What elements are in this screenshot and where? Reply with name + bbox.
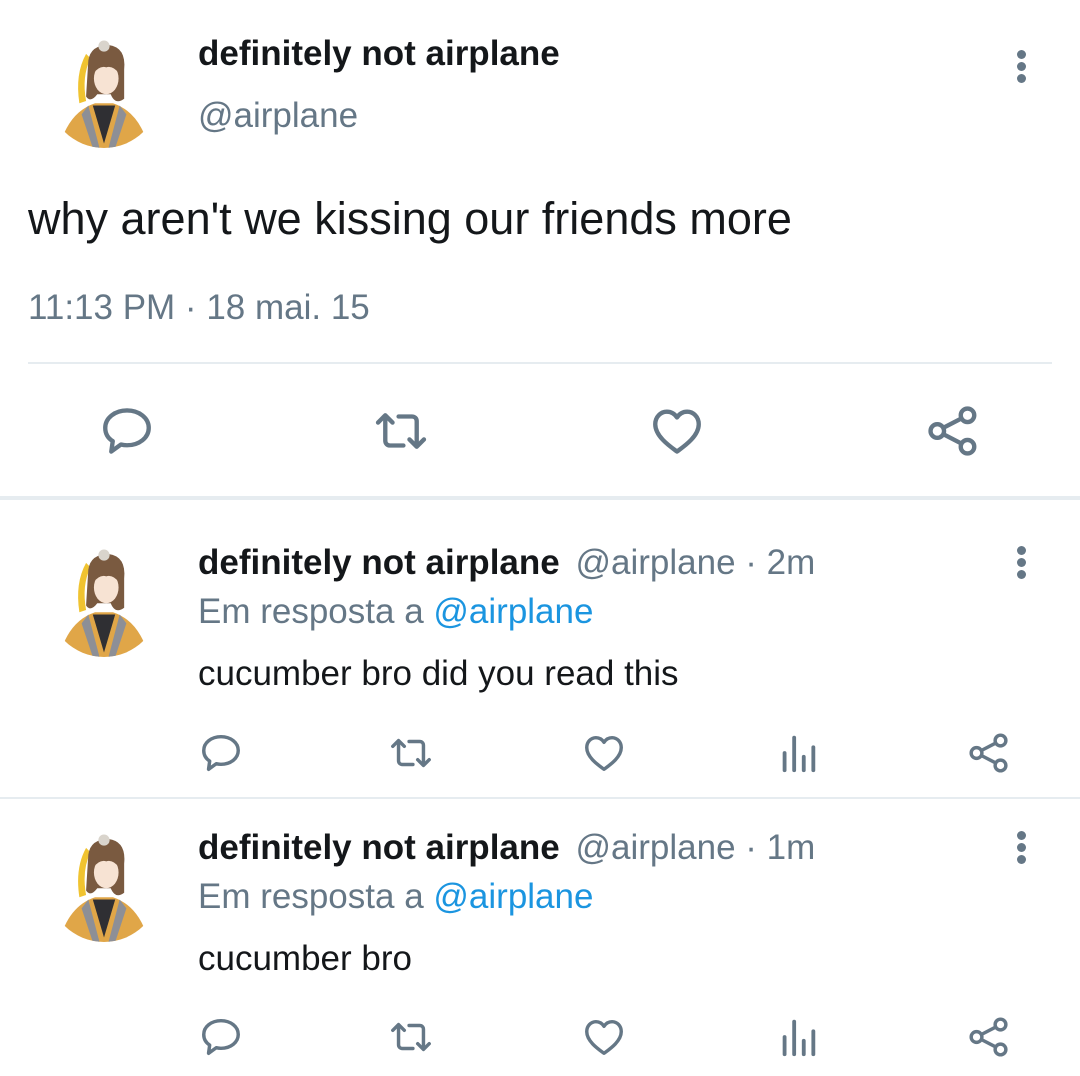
section-divider [0, 496, 1080, 500]
reply-icon[interactable] [198, 730, 244, 776]
more-options-icon[interactable] [1013, 831, 1029, 864]
display-name[interactable]: definitely not airplane [198, 543, 560, 582]
reply-context: Em resposta a @airplane [198, 877, 593, 917]
tweet-text: cucumber bro [198, 939, 412, 978]
like-icon[interactable] [581, 730, 627, 776]
reply-prefix: Em resposta a [198, 877, 424, 916]
share-icon[interactable] [966, 1014, 1012, 1060]
avatar[interactable] [48, 830, 160, 942]
retweet-icon[interactable] [388, 1014, 434, 1060]
handle-time[interactable]: @airplane · 1m [575, 828, 815, 867]
display-name[interactable]: definitely not airplane [198, 34, 560, 74]
tweet-text: why aren't we kissing our friends more [28, 193, 792, 244]
handle[interactable]: @airplane [198, 96, 358, 136]
avatar[interactable] [48, 36, 160, 148]
retweet-icon[interactable] [372, 402, 430, 460]
analytics-icon[interactable] [775, 1014, 821, 1060]
timestamp[interactable]: 11:13 PM · 18 mai. 15 [28, 288, 370, 328]
divider [28, 362, 1052, 364]
reply-header: definitely not airplane @airplane · 2m [198, 543, 815, 583]
tweet-text: cucumber bro did you read this [198, 654, 679, 693]
display-name[interactable]: definitely not airplane [198, 828, 560, 867]
like-icon[interactable] [648, 402, 706, 460]
reply-icon[interactable] [198, 1014, 244, 1060]
retweet-icon[interactable] [388, 730, 434, 776]
share-icon[interactable] [924, 402, 982, 460]
section-divider [0, 797, 1080, 799]
reply-header: definitely not airplane @airplane · 1m [198, 828, 815, 868]
reply-prefix: Em resposta a [198, 592, 424, 631]
share-icon[interactable] [966, 730, 1012, 776]
mention-link[interactable]: @airplane [433, 877, 593, 916]
reply-context: Em resposta a @airplane [198, 592, 593, 632]
like-icon[interactable] [581, 1014, 627, 1060]
more-options-icon[interactable] [1013, 546, 1029, 579]
more-options-icon[interactable] [1013, 50, 1029, 83]
handle-time[interactable]: @airplane · 2m [575, 543, 815, 582]
avatar[interactable] [48, 545, 160, 657]
analytics-icon[interactable] [775, 730, 821, 776]
mention-link[interactable]: @airplane [433, 592, 593, 631]
reply-icon[interactable] [98, 402, 156, 460]
